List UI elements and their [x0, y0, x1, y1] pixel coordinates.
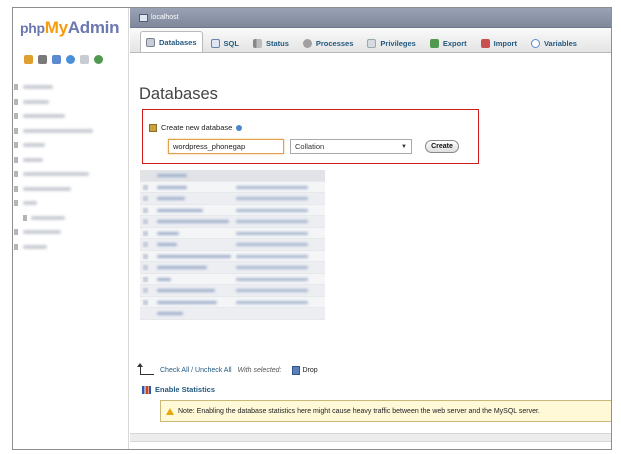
check-all-link[interactable]: Check All / Uncheck All: [160, 367, 232, 374]
table-row[interactable]: [140, 181, 325, 193]
status-icon: [252, 38, 262, 48]
main-content: Databases Create new database Collation …: [130, 54, 611, 449]
copy-icon[interactable]: [80, 55, 89, 64]
bulk-actions-row: Check All / Uncheck All With selected: D…: [137, 363, 318, 375]
tree-item[interactable]: [13, 109, 123, 124]
table-row[interactable]: [140, 204, 325, 216]
tree-item[interactable]: [13, 80, 123, 95]
export-icon: [429, 38, 439, 48]
create-database-label: Create new database: [149, 123, 243, 132]
bottom-bar: [130, 433, 611, 442]
database-name-input[interactable]: [168, 139, 284, 154]
table-header: [140, 170, 325, 182]
database-icon: [146, 37, 155, 47]
table-row[interactable]: [140, 262, 325, 274]
home-icon[interactable]: [24, 55, 33, 64]
settings-icon[interactable]: [94, 55, 103, 64]
tab-import[interactable]: Import: [475, 33, 523, 52]
drop-button[interactable]: Drop: [291, 366, 318, 375]
processes-icon: [302, 38, 312, 48]
drop-icon: [291, 366, 300, 375]
enable-statistics-link[interactable]: Enable Statistics: [142, 385, 215, 394]
tree-item[interactable]: [13, 196, 123, 211]
phpmyadmin-logo[interactable]: phpMyAdmin: [20, 18, 119, 38]
docs-icon[interactable]: [38, 55, 47, 64]
table-row[interactable]: [140, 216, 325, 228]
new-database-icon: [149, 123, 157, 132]
tree-item[interactable]: [13, 95, 123, 110]
tab-processes[interactable]: Processes: [297, 33, 360, 52]
privileges-icon: [367, 38, 377, 48]
table-row: [140, 308, 325, 320]
tab-databases[interactable]: Databases: [140, 31, 203, 52]
with-selected-label: With selected:: [237, 367, 282, 374]
create-button[interactable]: Create: [425, 140, 459, 153]
tree-item[interactable]: [13, 225, 123, 240]
collation-select[interactable]: Collation ▼: [290, 139, 412, 154]
database-tree: [13, 80, 123, 254]
main-tabs: Databases SQL Status Processes Privilege…: [130, 28, 611, 53]
tree-item[interactable]: [13, 240, 123, 255]
tree-item[interactable]: [13, 138, 123, 153]
sql-icon[interactable]: [52, 55, 61, 64]
import-icon: [480, 38, 490, 48]
tree-item[interactable]: [13, 124, 123, 139]
table-row[interactable]: [140, 273, 325, 285]
statistics-icon: [142, 385, 151, 394]
server-name[interactable]: localhost: [151, 14, 179, 21]
tab-variables[interactable]: Variables: [525, 33, 583, 52]
tab-sql[interactable]: SQL: [205, 33, 245, 52]
statistics-notice: Note: Enabling the database statistics h…: [160, 400, 611, 422]
browser-frame: phpMyAdmin localhost Databases SQL Statu…: [12, 7, 612, 450]
table-row[interactable]: [140, 227, 325, 239]
help-icon[interactable]: [66, 55, 75, 64]
navigation-panel: phpMyAdmin: [13, 8, 129, 449]
select-arrow-icon: [137, 363, 154, 375]
nav-icon-bar: [24, 55, 103, 64]
database-list: [140, 170, 325, 320]
variables-icon: [530, 38, 540, 48]
table-row[interactable]: [140, 296, 325, 308]
tree-item[interactable]: [13, 167, 123, 182]
help-icon[interactable]: [236, 124, 243, 131]
tab-status[interactable]: Status: [247, 33, 295, 52]
tree-item[interactable]: [13, 211, 123, 226]
server-breadcrumb-bar: localhost: [130, 8, 611, 28]
tree-item[interactable]: [13, 182, 123, 197]
table-row[interactable]: [140, 250, 325, 262]
tab-privileges[interactable]: Privileges: [361, 33, 421, 52]
table-row[interactable]: [140, 193, 325, 205]
table-row[interactable]: [140, 239, 325, 251]
create-database-form: Create new database Collation ▼ Create: [142, 109, 479, 164]
page-title: Databases: [139, 85, 218, 103]
server-icon: [139, 14, 148, 22]
warning-icon: [166, 407, 174, 415]
sql-icon: [210, 38, 220, 48]
chevron-down-icon: ▼: [401, 143, 407, 150]
tree-item[interactable]: [13, 153, 123, 168]
tab-export[interactable]: Export: [424, 33, 473, 52]
table-row[interactable]: [140, 285, 325, 297]
